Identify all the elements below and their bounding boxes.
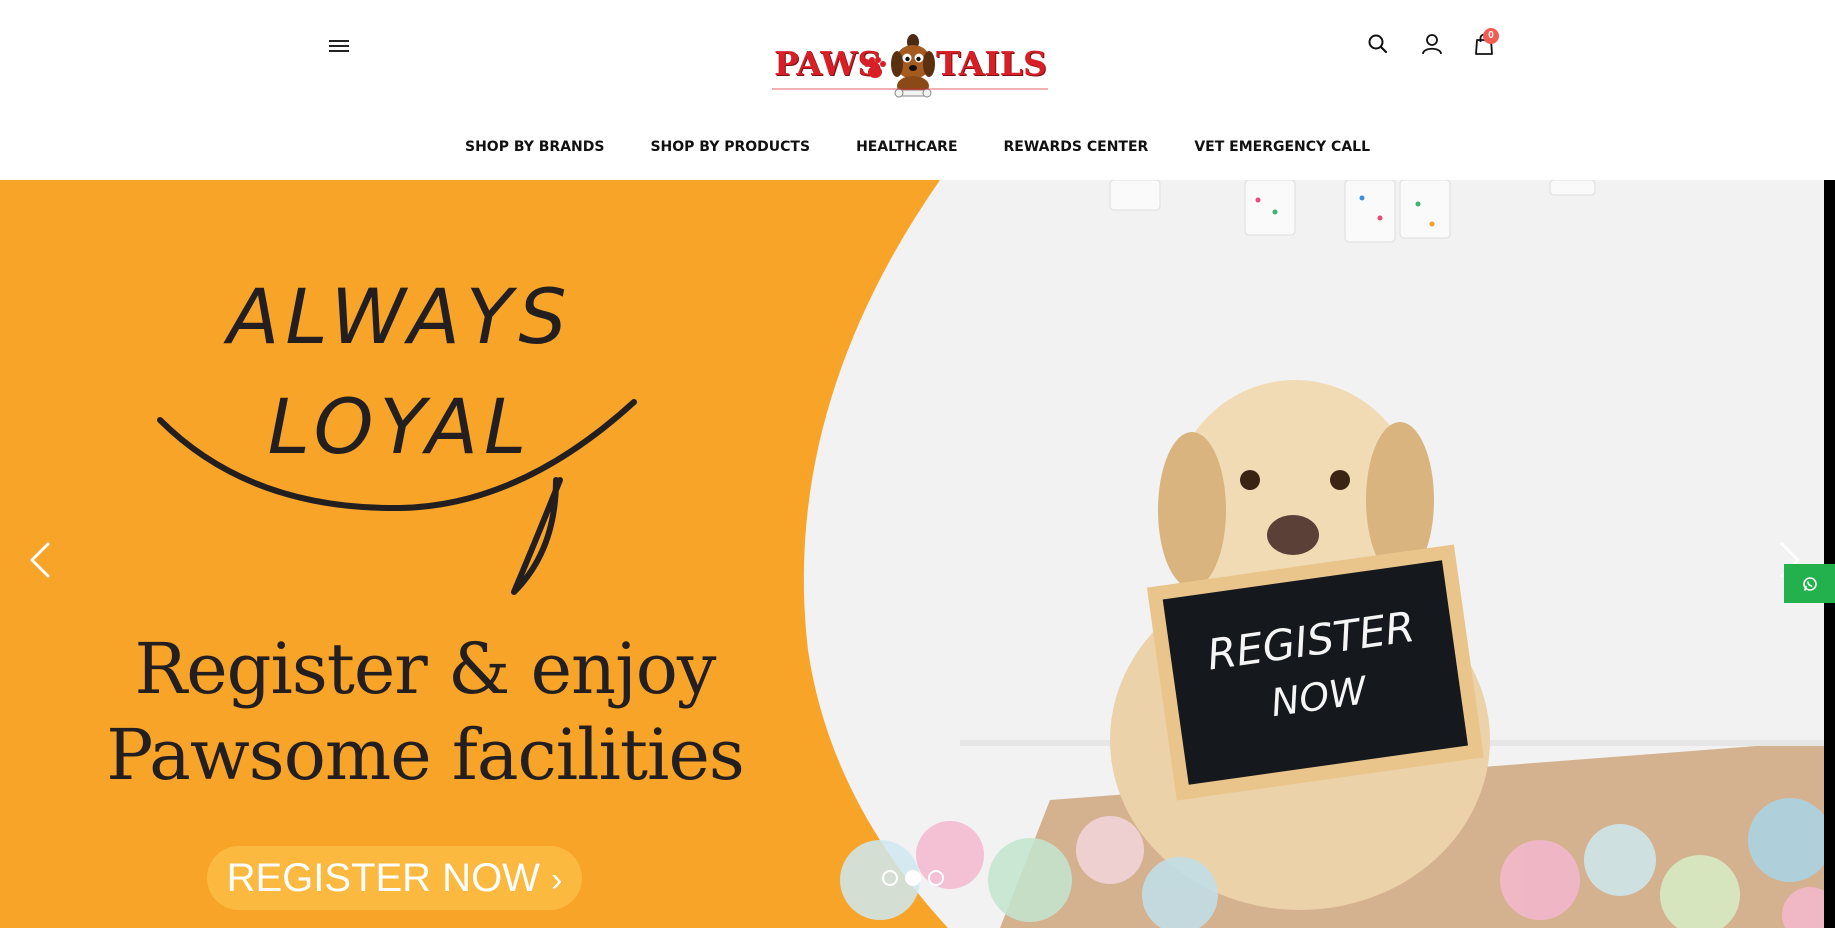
- nav-healthcare[interactable]: HEALTHCARE: [856, 132, 957, 162]
- nav-vet-emergency-call[interactable]: VET EMERGENCY CALL: [1194, 132, 1370, 162]
- main-nav: SHOP BY BRANDS SHOP BY PRODUCTS HEALTHCA…: [0, 132, 1835, 162]
- logo-underline: [772, 88, 1048, 90]
- register-now-label: REGISTER NOW: [226, 856, 540, 900]
- paw-icon: [864, 57, 886, 78]
- search-icon[interactable]: [1364, 30, 1392, 58]
- logo-text-right: TAILS: [936, 44, 1047, 83]
- slider-dot-2[interactable]: [905, 870, 921, 886]
- nav-shop-by-products[interactable]: SHOP BY PRODUCTS: [650, 132, 810, 162]
- site-logo[interactable]: PAWS TAILS: [770, 28, 1060, 104]
- hero-headline-1: Register & enjoy: [134, 628, 717, 710]
- scrollbar-strip: [1824, 180, 1835, 928]
- slider-prev-arrow[interactable]: [20, 530, 60, 590]
- dog-photo: REGISTER NOW ALWAYS LOYAL: [157, 180, 1835, 928]
- always-loyal-graphic: ALWAYS LOYAL: [157, 272, 637, 595]
- whatsapp-icon: [1802, 576, 1817, 591]
- svg-text:ALWAYS: ALWAYS: [222, 272, 572, 361]
- hamburger-icon[interactable]: [326, 34, 352, 56]
- site-header: PAWS TAILS 0 SHOP BY BRANDS SHOP BY PROD…: [0, 0, 1835, 180]
- svg-text:LOYAL: LOYAL: [268, 382, 533, 471]
- register-now-sign: REGISTER NOW: [1146, 544, 1484, 801]
- nav-rewards-center[interactable]: REWARDS CENTER: [1004, 132, 1149, 162]
- chevron-right-icon: ›: [551, 861, 563, 899]
- cart-count-badge: 0: [1483, 28, 1499, 44]
- register-now-button[interactable]: REGISTER NOW ›: [207, 846, 582, 910]
- slider-dots: [882, 870, 944, 886]
- slider-dot-3[interactable]: [928, 870, 944, 886]
- nav-shop-by-brands[interactable]: SHOP BY BRANDS: [465, 132, 604, 162]
- user-icon[interactable]: [1418, 30, 1446, 58]
- whatsapp-button[interactable]: [1784, 564, 1835, 603]
- hero-headline-2: Pawsome facilities: [106, 714, 745, 796]
- slider-dot-1[interactable]: [882, 870, 898, 886]
- hero-slider: REGISTER NOW ALWAYS LOYAL Register & enj…: [0, 180, 1835, 928]
